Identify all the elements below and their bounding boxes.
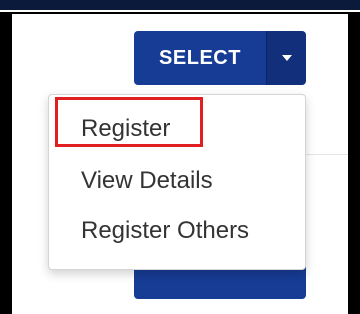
dropdown-toggle[interactable] [266,31,306,85]
top-bar [0,0,360,12]
dropdown-menu: Register View Details Register Others [48,94,306,270]
select-button-group: SELECT [134,31,306,85]
chevron-down-icon [281,55,292,61]
menu-item-view-details[interactable]: View Details [81,167,213,195]
menu-item-register-others[interactable]: Register Others [81,217,249,245]
select-button[interactable]: SELECT [134,31,266,85]
page-content: SELECT Register View Details Register Ot… [12,14,348,314]
highlight-box [55,97,203,147]
screenshot-frame: SELECT Register View Details Register Ot… [0,0,360,314]
